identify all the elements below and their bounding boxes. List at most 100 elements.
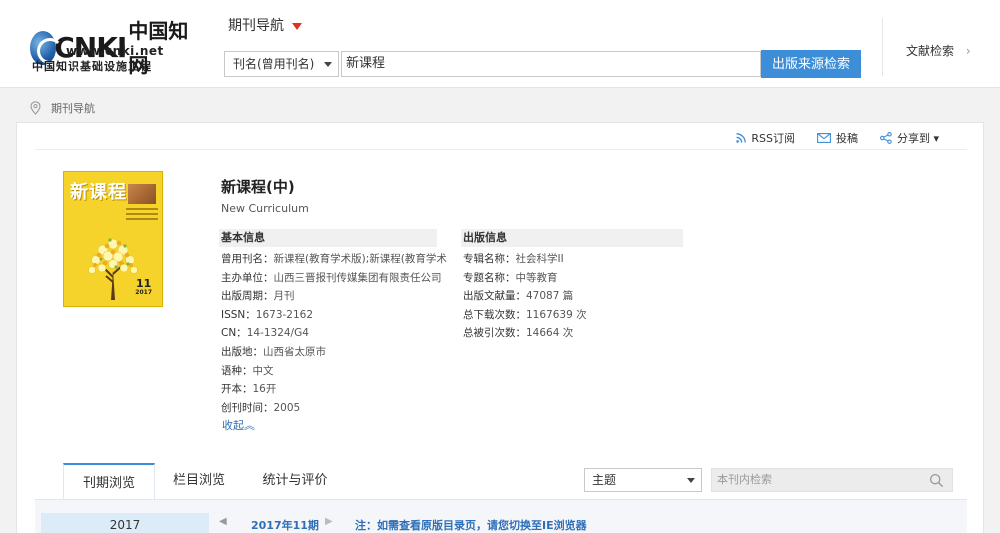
search-field-select[interactable]: 刊名(曾用刊名) bbox=[224, 51, 339, 77]
next-issue-icon[interactable]: ▶ bbox=[325, 516, 333, 527]
info-label: 出版文献量： bbox=[463, 290, 526, 303]
cnki-logo[interactable]: CNKI 中国知网 www.cnki.net 中国知识基础设施工程 bbox=[30, 14, 190, 77]
tool-bar-divider bbox=[35, 149, 967, 150]
info-label: 开本： bbox=[221, 383, 253, 396]
info-value: 中文 bbox=[252, 364, 274, 377]
caret-down-icon bbox=[292, 22, 302, 30]
ie-browser-note: 注：如需查看原版目录页，请您切换至IE浏览器 bbox=[355, 519, 587, 532]
cover-title: 新课程 bbox=[70, 182, 127, 203]
cover-text-lines bbox=[126, 208, 158, 223]
location-pin-icon bbox=[30, 101, 41, 115]
info-label: ISSN： bbox=[221, 308, 256, 321]
in-journal-search-input[interactable]: 本刊内检索 bbox=[711, 468, 953, 492]
info-value: 中等教育 bbox=[515, 271, 558, 284]
current-issue-label[interactable]: 2017年11期 bbox=[251, 517, 319, 533]
list-item: 总下载次数：1167639 次 bbox=[463, 306, 693, 325]
cover-issue-year: 2017 bbox=[135, 289, 152, 296]
source-search-button[interactable]: 出版来源检索 bbox=[761, 50, 861, 78]
list-item: 语种：中文 bbox=[221, 362, 447, 381]
list-item: 主办单位：山西三晋报刊传媒集团有限责任公司 bbox=[221, 269, 447, 288]
list-item: 开本：16开 bbox=[221, 380, 447, 399]
document-search-label: 文献检索 bbox=[906, 44, 955, 58]
info-value: 新课程(教育学术版);新课程(教育学术)... bbox=[273, 253, 448, 265]
tab-issue-browse[interactable]: 刊期浏览 bbox=[63, 463, 155, 500]
submit-label: 投稿 bbox=[835, 132, 858, 145]
list-item: CN：14-1324/G4 bbox=[221, 324, 447, 343]
rss-label: RSS订阅 bbox=[751, 132, 795, 145]
document-search-link[interactable]: 文献检索 › bbox=[906, 42, 971, 59]
info-label: 创刊时间： bbox=[221, 401, 274, 414]
info-label: 出版周期： bbox=[221, 290, 274, 303]
info-value: 社会科学II bbox=[515, 253, 564, 265]
search-input-value: 新课程 bbox=[346, 56, 386, 71]
tool-bar: RSS订阅 投稿 分享到 ▾ bbox=[714, 130, 939, 146]
share-label: 分享到 ▾ bbox=[896, 132, 939, 145]
list-item: 总被引次数：14664 次 bbox=[463, 324, 693, 343]
list-item: 出版文献量：47087 篇 bbox=[463, 287, 693, 306]
search-icon[interactable] bbox=[929, 473, 944, 488]
info-label: CN： bbox=[221, 327, 247, 340]
list-item: 专辑名称：社会科学II bbox=[463, 250, 693, 269]
search-input[interactable]: 新课程 bbox=[341, 51, 761, 77]
year-selector[interactable]: 2017 bbox=[41, 513, 209, 533]
info-value: 山西省太原市 bbox=[263, 345, 326, 358]
select-arrow-icon bbox=[324, 62, 332, 67]
tab-column-browse[interactable]: 栏目浏览 bbox=[167, 463, 231, 499]
share-dropdown[interactable]: 分享到 ▾ bbox=[880, 130, 939, 146]
journal-detail-panel: RSS订阅 投稿 分享到 ▾ 新课程 11 2017 新课程(中) New Cu… bbox=[16, 122, 984, 533]
info-label: 主办单位： bbox=[221, 271, 274, 284]
basic-info-header: 基本信息 bbox=[219, 229, 437, 247]
publication-info-header: 出版信息 bbox=[461, 229, 683, 247]
info-label: 出版地： bbox=[221, 345, 263, 358]
list-item: 创刊时间：2005 bbox=[221, 399, 447, 418]
publication-info-list: 专辑名称：社会科学II 专题名称：中等教育 出版文献量：47087 篇 总下载次… bbox=[463, 250, 693, 343]
journal-nav-label: 期刊导航 bbox=[228, 18, 284, 34]
in-journal-search-placeholder: 本刊内检索 bbox=[717, 473, 772, 486]
info-value: 山西三晋报刊传媒集团有限责任公司 bbox=[273, 271, 442, 284]
share-icon bbox=[880, 132, 892, 144]
info-value: 14-1324/G4 bbox=[246, 327, 309, 340]
topic-select-value: 主题 bbox=[592, 473, 617, 487]
journal-cover-image[interactable]: 新课程 11 2017 bbox=[63, 171, 163, 307]
prev-issue-icon[interactable]: ◀ bbox=[219, 516, 227, 527]
breadcrumb-current[interactable]: 期刊导航 bbox=[51, 100, 95, 116]
info-value: 47087 篇 bbox=[526, 290, 574, 303]
cover-issue-number: 11 bbox=[135, 277, 152, 290]
logo-url: www.cnki.net bbox=[66, 44, 164, 58]
issue-nav-bar: 2017 ◀ 2017年11期 ▶ 注：如需查看原版目录页，请您切换至IE浏览器 bbox=[35, 500, 967, 533]
info-value: 14664 次 bbox=[526, 327, 574, 340]
info-label: 专辑名称： bbox=[463, 253, 516, 265]
journal-title-en: New Curriculum bbox=[221, 202, 309, 215]
tab-statistics[interactable]: 统计与评价 bbox=[255, 463, 335, 499]
journal-nav-dropdown[interactable]: 期刊导航 bbox=[228, 15, 302, 35]
breadcrumb: 期刊导航 bbox=[30, 100, 95, 116]
journal-title: 新课程(中) bbox=[221, 178, 295, 196]
list-item: 出版周期：月刊 bbox=[221, 287, 447, 306]
search-field-value: 刊名(曾用刊名) bbox=[233, 57, 315, 71]
submit-manuscript-button[interactable]: 投稿 bbox=[817, 130, 858, 146]
header-divider bbox=[882, 18, 883, 76]
collapse-info-link[interactable]: 收起︽ bbox=[222, 417, 255, 433]
info-label: 总下载次数： bbox=[463, 308, 526, 321]
cover-photo bbox=[128, 184, 156, 204]
rss-icon bbox=[736, 133, 747, 143]
rss-subscribe-button[interactable]: RSS订阅 bbox=[736, 130, 795, 146]
list-item: 曾用刊名：新课程(教育学术版);新课程(教育学术)... bbox=[221, 250, 447, 269]
info-value: 2005 bbox=[273, 401, 301, 414]
topic-select[interactable]: 主题 bbox=[584, 468, 702, 492]
site-header: CNKI 中国知网 www.cnki.net 中国知识基础设施工程 期刊导航 刊… bbox=[0, 0, 1000, 88]
info-value: 月刊 bbox=[273, 290, 295, 303]
info-value: 1673-2162 bbox=[255, 308, 314, 321]
info-label: 语种： bbox=[221, 364, 253, 377]
info-label: 总被引次数： bbox=[463, 327, 526, 340]
select-arrow-icon bbox=[687, 478, 695, 483]
mail-icon bbox=[817, 133, 831, 143]
list-item: ISSN：1673-2162 bbox=[221, 306, 447, 325]
chevron-right-icon: › bbox=[965, 44, 971, 58]
info-label: 专题名称： bbox=[463, 271, 516, 284]
list-item: 出版地：山西省太原市 bbox=[221, 343, 447, 362]
logo-subtitle: 中国知识基础设施工程 bbox=[32, 60, 152, 73]
info-value: 1167639 次 bbox=[526, 308, 587, 321]
basic-info-list: 曾用刊名：新课程(教育学术版);新课程(教育学术)... 主办单位：山西三晋报刊… bbox=[221, 250, 447, 417]
cover-issue: 11 2017 bbox=[135, 278, 152, 296]
